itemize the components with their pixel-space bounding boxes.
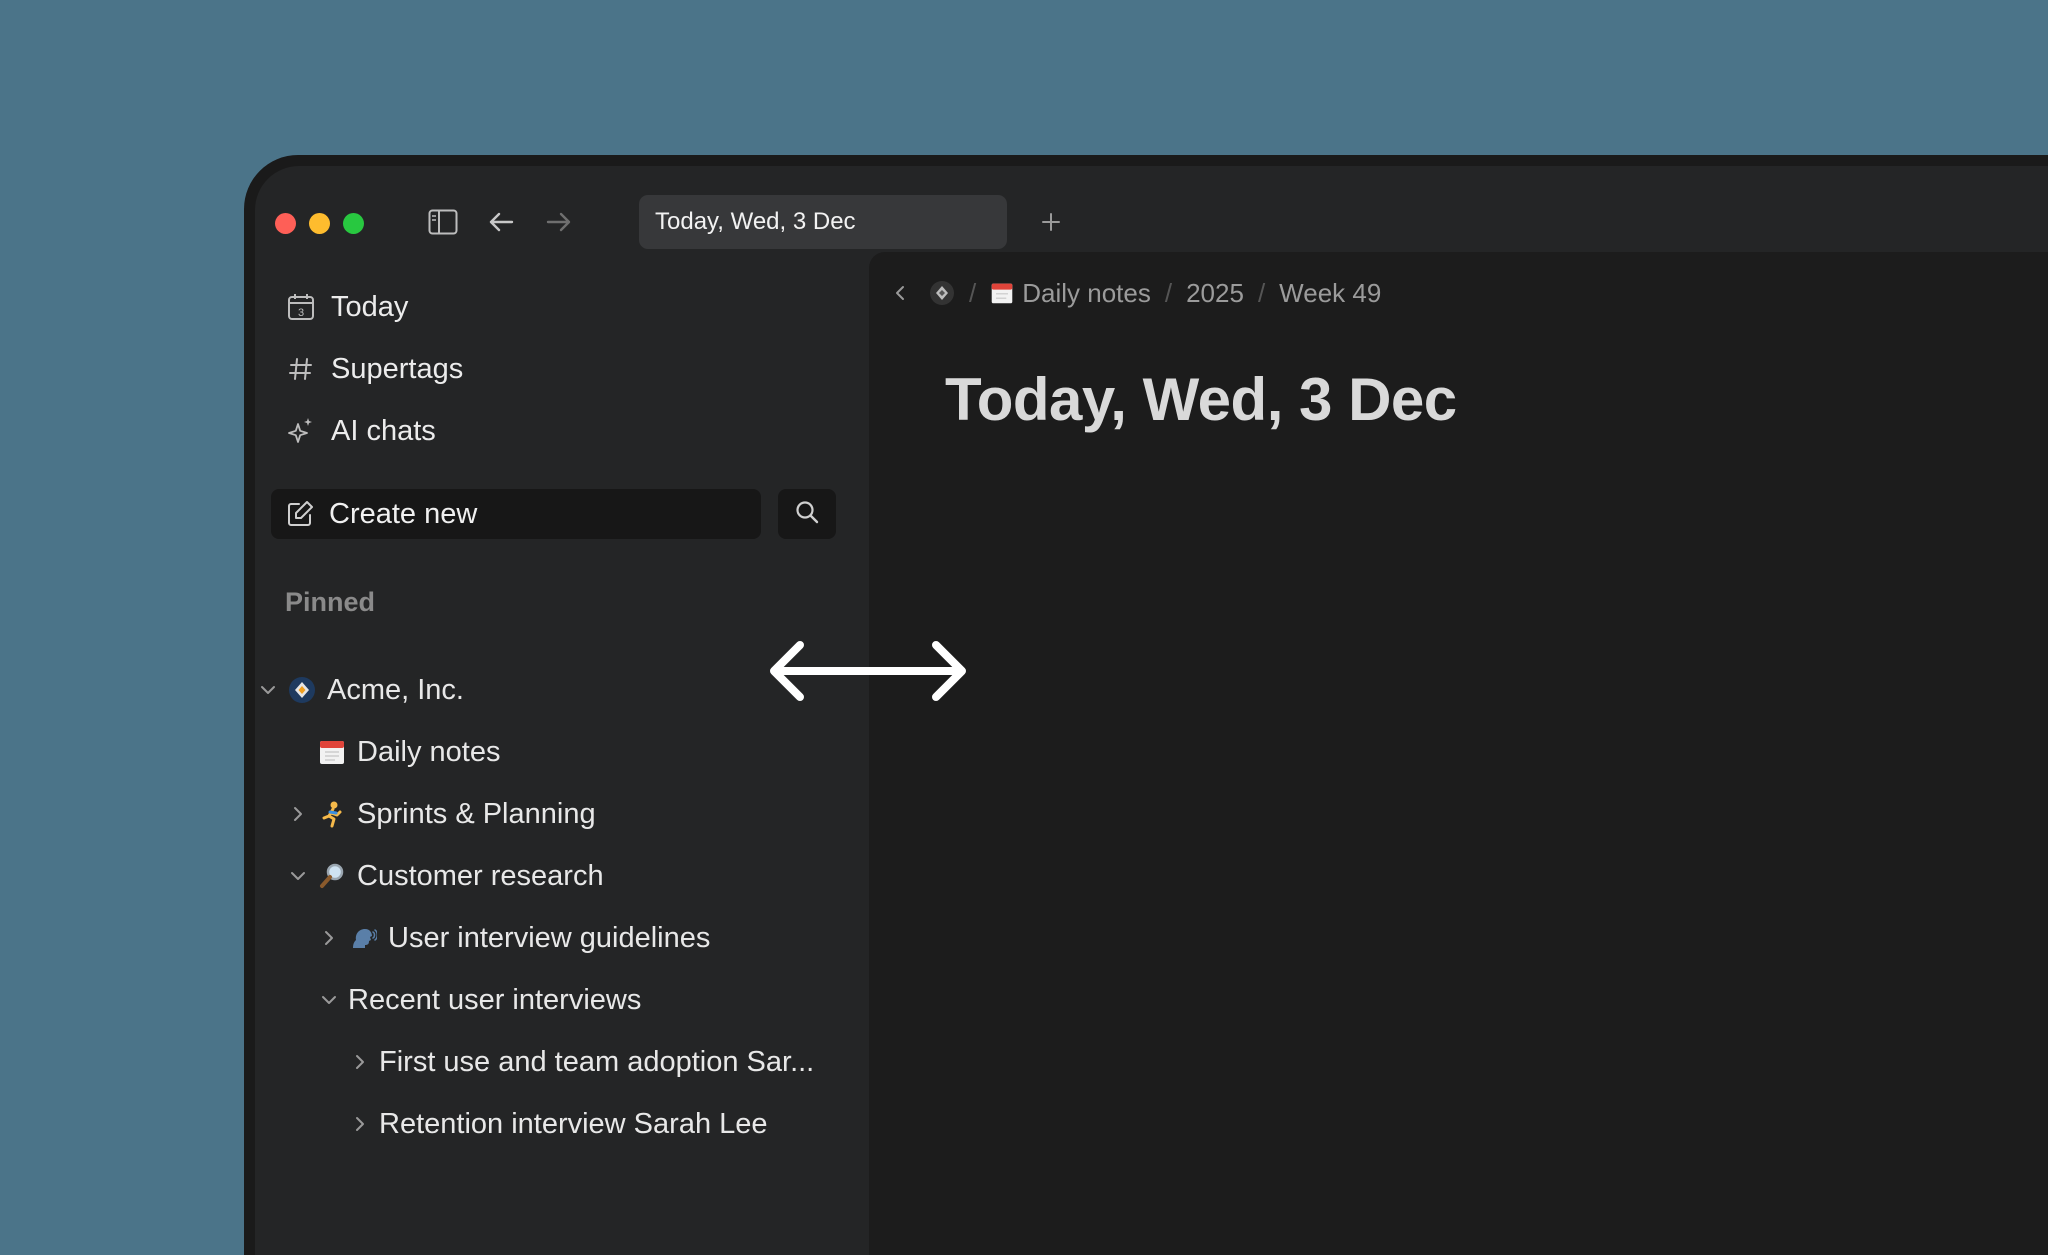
tree-item-label: Recent user interviews: [348, 983, 642, 1016]
chevron-right-icon[interactable]: [347, 1111, 373, 1137]
back-arrow-icon[interactable]: [483, 204, 519, 240]
toggle-sidebar-icon[interactable]: [425, 204, 461, 240]
tree-item-label: User interview guidelines: [388, 921, 711, 954]
tree-item-acme[interactable]: Acme, Inc.: [255, 666, 464, 714]
sidebar-item-supertags[interactable]: Supertags: [285, 344, 463, 394]
close-window-button[interactable]: [275, 213, 296, 234]
breadcrumb-daily-notes[interactable]: Daily notes: [990, 278, 1151, 309]
sidebar-item-ai-chats[interactable]: AI chats: [285, 406, 436, 456]
tree-item-recent-user-interviews[interactable]: Recent user interviews: [316, 976, 641, 1024]
tree-item-first-use-interview[interactable]: First use and team adoption Sar...: [347, 1038, 814, 1086]
edit-icon: [283, 497, 317, 531]
tree-item-customer-research[interactable]: Customer research: [285, 852, 604, 900]
chevron-right-icon[interactable]: [285, 801, 311, 827]
calendar-emoji-icon: [317, 737, 347, 767]
chevron-right-icon[interactable]: [347, 1049, 373, 1075]
tree-item-retention-interview[interactable]: Retention interview Sarah Lee: [347, 1100, 768, 1148]
breadcrumb-year[interactable]: 2025: [1186, 278, 1244, 309]
sparkle-icon: [285, 415, 317, 447]
breadcrumb-week[interactable]: Week 49: [1279, 278, 1381, 309]
forward-arrow-icon[interactable]: [541, 204, 577, 240]
sidebar-item-label: Today: [331, 290, 409, 323]
tree-item-sprints-planning[interactable]: Sprints & Planning: [285, 790, 596, 838]
magnifier-emoji-icon: [317, 861, 347, 891]
create-new-button[interactable]: Create new: [271, 489, 761, 539]
chevron-down-icon[interactable]: [316, 987, 342, 1013]
active-tab[interactable]: Today, Wed, 3 Dec: [639, 195, 1007, 249]
breadcrumb-separator: /: [1164, 277, 1173, 308]
sidebar-item-label: AI chats: [331, 414, 436, 447]
new-tab-plus-icon[interactable]: [1031, 202, 1071, 242]
breadcrumb-separator: /: [969, 277, 977, 308]
minimize-window-button[interactable]: [309, 213, 330, 234]
speaking-head-emoji-icon: [348, 923, 378, 953]
tree-item-user-interview-guidelines[interactable]: User interview guidelines: [316, 914, 710, 962]
workspace-crumb-icon[interactable]: [929, 280, 955, 306]
search-button[interactable]: [778, 489, 836, 539]
app-window: Today, Wed, 3 Dec 3 Today Supertags AI c…: [244, 155, 2048, 1255]
main-panel: / Daily notes / 2025 / Week 49 Today, We…: [869, 252, 2048, 1255]
pinned-section-label: Pinned: [285, 587, 376, 617]
tree-item-daily-notes[interactable]: Daily notes: [317, 728, 500, 776]
page-title[interactable]: Today, Wed, 3 Dec: [945, 365, 1457, 434]
chevron-down-icon[interactable]: [285, 863, 311, 889]
tree-item-label: First use and team adoption Sar...: [379, 1045, 815, 1078]
sidebar-item-today[interactable]: 3 Today: [285, 282, 408, 332]
calendar-day-badge: 3: [298, 307, 304, 319]
collapse-chevron-left-icon[interactable]: [893, 284, 907, 302]
workspace-logo-icon: [287, 675, 317, 705]
tree-item-label: Customer research: [357, 859, 604, 892]
chevron-right-icon[interactable]: [316, 925, 342, 951]
tab-title: Today, Wed, 3 Dec: [655, 208, 856, 235]
tree-item-label: Sprints & Planning: [357, 797, 596, 830]
runner-emoji-icon: [317, 799, 347, 829]
search-icon: [794, 499, 820, 530]
tree-item-label: Acme, Inc.: [327, 673, 464, 706]
breadcrumb: / Daily notes / 2025 / Week 49: [893, 268, 1381, 318]
create-new-label: Create new: [329, 497, 478, 530]
zoom-window-button[interactable]: [343, 213, 364, 234]
calendar-icon: 3: [285, 291, 317, 323]
hash-icon: [285, 353, 317, 385]
tree-item-label: Retention interview Sarah Lee: [379, 1107, 768, 1140]
window-frame: Today, Wed, 3 Dec 3 Today Supertags AI c…: [255, 166, 2048, 1255]
breadcrumb-separator: /: [1257, 277, 1266, 308]
breadcrumb-label: Daily notes: [1022, 277, 1151, 308]
calendar-emoji-icon: [990, 281, 1014, 305]
tree-item-label: Daily notes: [357, 735, 501, 768]
resize-double-arrow-icon: [770, 641, 966, 701]
chevron-down-icon[interactable]: [255, 677, 281, 703]
sidebar-item-label: Supertags: [331, 352, 464, 385]
